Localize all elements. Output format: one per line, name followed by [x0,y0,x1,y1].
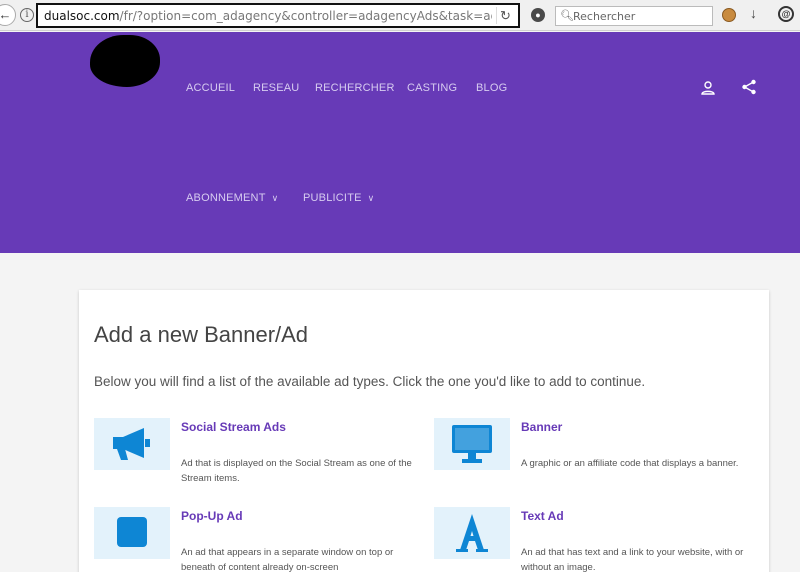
nav-item-accueil[interactable]: ACCUEIL [186,82,235,94]
letter-a-icon [456,514,488,552]
back-arrow-icon[interactable]: ← [0,4,16,26]
reload-icon[interactable]: ↻ [496,7,514,24]
user-icon[interactable] [700,80,716,96]
page-description: Below you will find a list of the availa… [94,374,646,389]
ad-type-icon-box [434,418,510,470]
ad-type-banner[interactable]: Banner A graphic or an affiliate code th… [434,418,754,498]
url-path: /fr/?option=com_adagency&controller=adag… [119,9,492,23]
nav-item-blog[interactable]: BLOG [476,82,507,94]
redacted-logo [90,35,160,87]
ad-type-description: A graphic or an affiliate code that disp… [521,458,739,469]
cookie-icon[interactable] [722,8,736,22]
ad-type-title[interactable]: Banner [521,420,562,434]
browser-toolbar: ← i dualsoc.com/fr/?option=com_adagency&… [0,0,800,31]
ad-type-title[interactable]: Pop-Up Ad [181,509,243,523]
ad-type-description: An ad that has text and a link to your w… [521,547,744,572]
url-text[interactable]: dualsoc.com/fr/?option=com_adagency&cont… [44,9,492,23]
megaphone-icon [113,428,150,460]
chevron-down-icon: ∨ [271,193,279,203]
square-icon [117,517,147,547]
nav-item-reseau[interactable]: RESEAU [253,82,299,94]
ad-type-title[interactable]: Social Stream Ads [181,420,286,434]
ad-type-icon-box [94,418,170,470]
share-icon[interactable] [741,79,757,95]
ad-type-description: Ad that is displayed on the Social Strea… [181,458,412,484]
chevron-down-icon: ∨ [367,193,375,203]
ad-type-icon-box [434,507,510,559]
ad-type-description: An ad that appears in a separate window … [181,547,394,572]
info-icon[interactable]: i [20,8,34,22]
nav-item-casting[interactable]: CASTING [407,82,457,94]
ad-type-text[interactable]: Text Ad An ad that has text and a link t… [434,507,754,572]
site-header: ACCUEIL RESEAU RECHERCHER CASTING BLOG A… [0,32,800,253]
url-domain: dualsoc.com [44,9,120,23]
download-icon[interactable]: ↓ [750,5,757,21]
url-bar[interactable]: dualsoc.com/fr/?option=com_adagency&cont… [36,3,520,28]
browser-search-input[interactable] [573,8,709,24]
ad-type-social-stream[interactable]: Social Stream Ads Ad that is displayed o… [94,418,414,498]
ad-type-title[interactable]: Text Ad [521,509,564,523]
nav-item-abonnement-label: ABONNEMENT [186,192,266,204]
ad-type-popup[interactable]: Pop-Up Ad An ad that appears in a separa… [94,507,414,572]
nav-item-publicite-label: PUBLICITE [303,192,362,204]
nav-item-publicite[interactable]: PUBLICITE ∨ [303,192,374,204]
extension-icon[interactable]: @ [778,6,794,22]
browser-search-box[interactable]: 🔍︎ [555,6,713,26]
add-banner-card: Add a new Banner/Ad Below you will find … [79,290,769,572]
pocket-icon[interactable]: ● [531,8,545,22]
ad-type-icon-box [94,507,170,559]
search-icon: 🔍︎ [560,10,574,22]
page-title: Add a new Banner/Ad [94,322,309,347]
nav-item-rechercher[interactable]: RECHERCHER [315,82,395,94]
nav-item-abonnement[interactable]: ABONNEMENT ∨ [186,192,278,204]
monitor-icon [452,425,492,463]
